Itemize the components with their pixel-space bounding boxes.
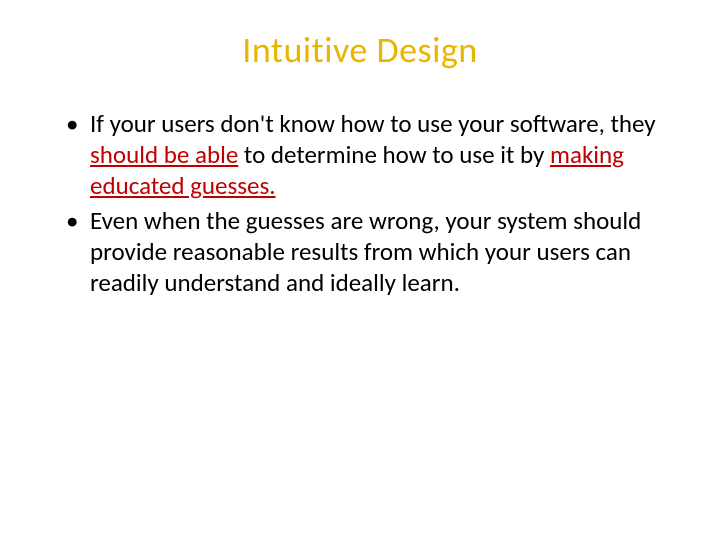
bullet-list: If your users don't know how to use your… (60, 108, 668, 298)
bullet-text: Even when the guesses are wrong, your sy… (90, 205, 641, 298)
bullet-text: If your users don't know how to use your… (90, 108, 656, 139)
list-item: If your users don't know how to use your… (60, 108, 668, 201)
bullet-emphasis: should be able (90, 139, 238, 170)
slide-title: Intuitive Design (52, 28, 668, 72)
bullet-text: to determine how to use it by (238, 139, 550, 170)
slide: Intuitive Design If your users don't kno… (0, 0, 720, 540)
list-item: Even when the guesses are wrong, your sy… (60, 205, 668, 298)
